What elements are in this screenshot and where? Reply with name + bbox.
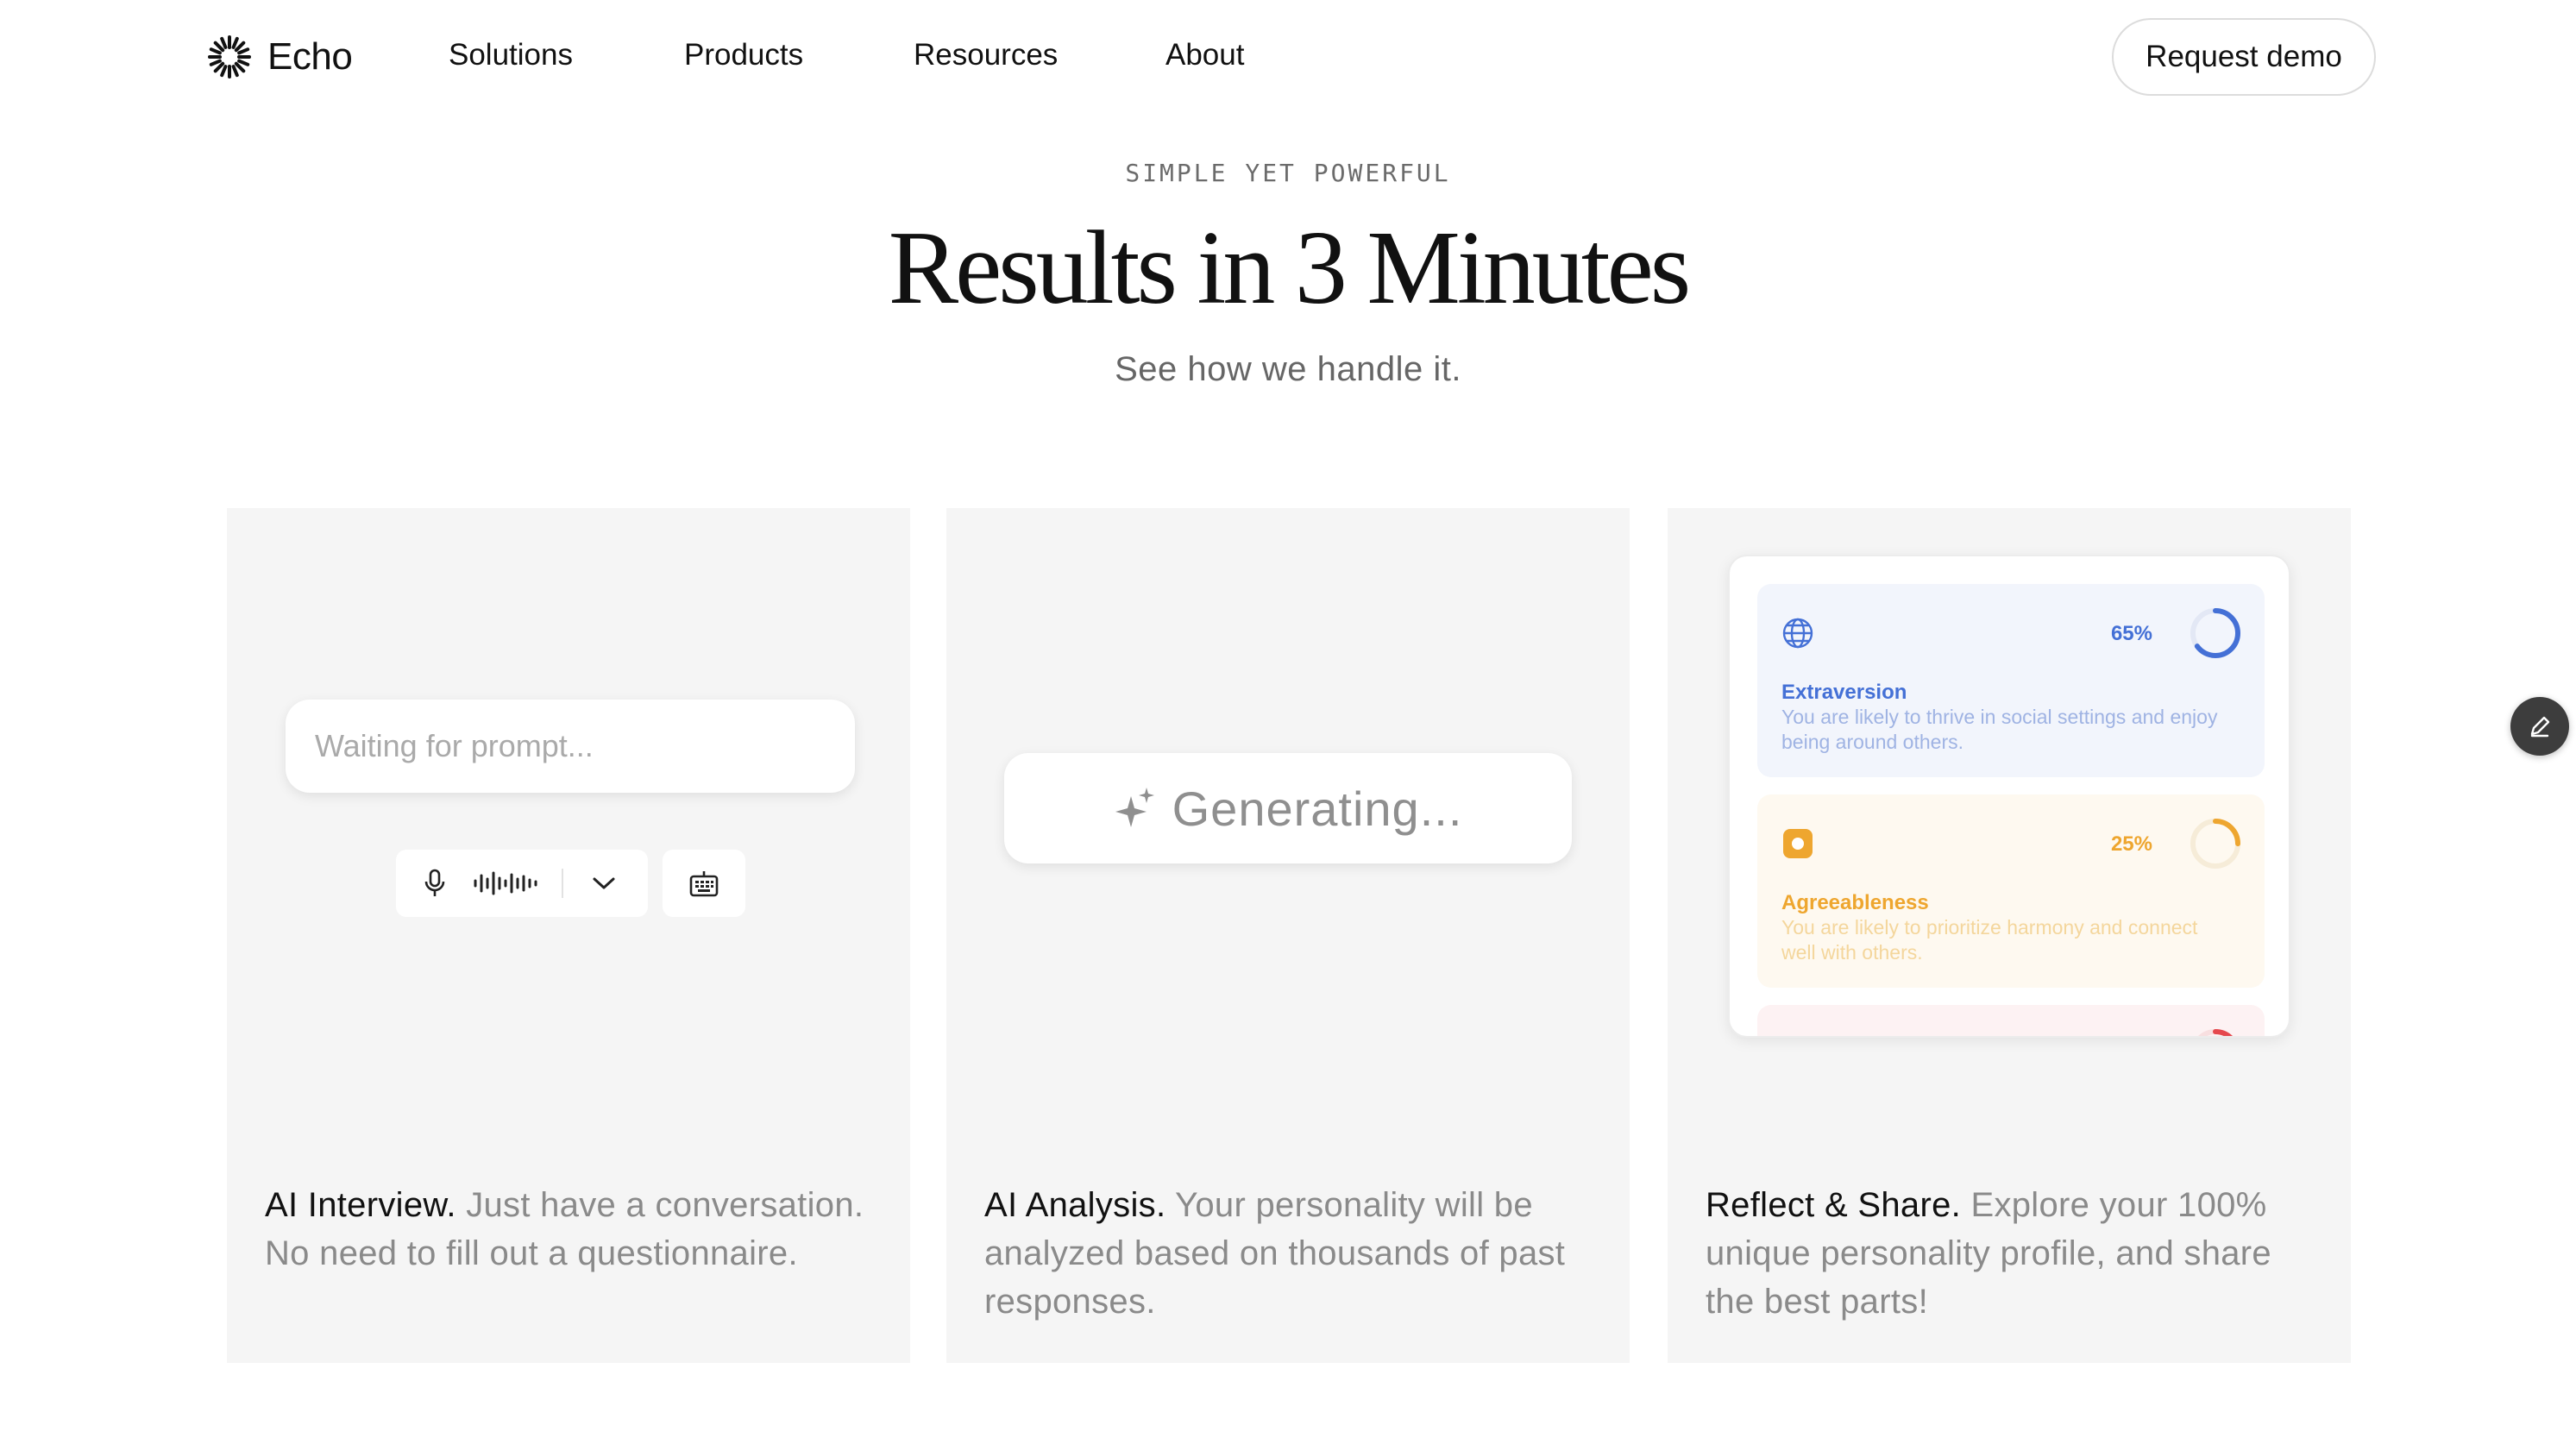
trait-card-agreeableness[interactable]: 25% Agreeableness You are likely to prio…: [1757, 794, 2265, 988]
sparkle-icon: [1115, 788, 1154, 827]
trait-name: Extraversion: [1781, 681, 1907, 704]
generating-status: Generating...: [1004, 753, 1572, 863]
voice-control: [396, 850, 648, 917]
brand-name: Echo: [267, 35, 353, 78]
card-caption-lead: Reflect & Share.: [1706, 1186, 1962, 1224]
generating-label: Generating...: [1172, 781, 1463, 836]
trait-percent: 65%: [2110, 622, 2152, 645]
trait-description: You are likely to prioritize harmony and…: [1781, 916, 2198, 964]
request-demo-button[interactable]: Request demo: [2112, 18, 2376, 96]
progress-ring: [2190, 1029, 2240, 1036]
prompt-input[interactable]: Waiting for prompt...: [286, 700, 855, 793]
feature-card-ai-analysis: Generating... AI Analysis. Your personal…: [946, 508, 1630, 1363]
chevron-down-icon[interactable]: [563, 850, 644, 917]
card-caption: AI Interview. Just have a conversation. …: [265, 1181, 886, 1278]
trait-name: Agreeableness: [1781, 891, 1929, 914]
progress-ring: [2190, 608, 2240, 658]
progress-ring: [2190, 819, 2240, 869]
section-subtitle: See how we handle it.: [1115, 350, 1461, 388]
card-caption: Reflect & Share. Explore your 100% uniqu…: [1706, 1181, 2327, 1326]
keyboard-button[interactable]: [663, 850, 745, 917]
nav-link-resources[interactable]: Resources: [914, 38, 1058, 72]
edit-button[interactable]: [2510, 697, 2569, 756]
section-eyebrow: SIMPLE YET POWERFUL: [1125, 159, 1451, 187]
nav-link-products[interactable]: Products: [684, 38, 803, 72]
feature-card-ai-interview: Waiting for prompt... AI Interview. Just…: [227, 508, 910, 1363]
nav-link-solutions[interactable]: Solutions: [449, 38, 573, 72]
section-title: Results in 3 Minutes: [888, 210, 1692, 326]
waveform-icon: [474, 850, 555, 917]
card-caption-lead: AI Interview.: [265, 1186, 456, 1224]
brand-logo[interactable]: Echo: [207, 35, 353, 79]
keyboard-icon: [689, 871, 719, 897]
globe-icon: [1782, 618, 1813, 649]
personality-profile-panel: 65% Extraversion You are likely to thriv…: [1728, 555, 2290, 1038]
trait-card-extraversion[interactable]: 65% Extraversion You are likely to thriv…: [1757, 584, 2265, 777]
pencil-icon: [2530, 716, 2550, 738]
circle-square-icon: [1783, 829, 1813, 858]
nav-link-about[interactable]: About: [1165, 38, 1244, 72]
trait-card-partial[interactable]: [1757, 1005, 2265, 1036]
top-navigation: Echo Solutions Products Resources About …: [0, 0, 2576, 114]
feature-card-reflect-share: 65% Extraversion You are likely to thriv…: [1668, 508, 2351, 1363]
sunburst-logo-icon: [208, 35, 251, 78]
card-caption: AI Analysis. Your personality will be an…: [984, 1181, 1605, 1326]
trait-percent: 25%: [2110, 832, 2152, 856]
trait-description: You are likely to thrive in social setti…: [1781, 706, 2218, 753]
microphone-icon[interactable]: [396, 850, 474, 917]
card-caption-lead: AI Analysis.: [984, 1186, 1166, 1224]
